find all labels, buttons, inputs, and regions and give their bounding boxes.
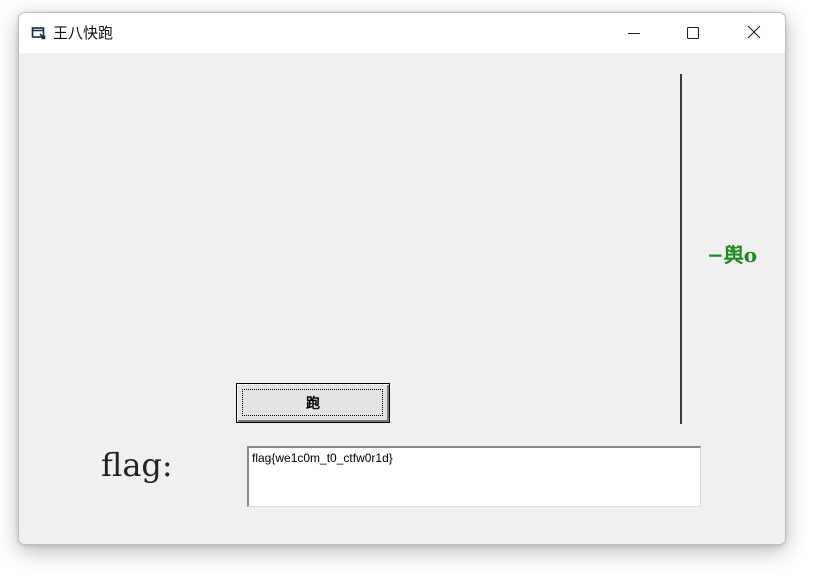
close-button[interactable] xyxy=(725,13,783,53)
desktop: 王八快跑 −舆o 跑 flag: flag{we1c0m_t0_ctfw0r1d… xyxy=(0,0,830,578)
finish-line xyxy=(680,74,682,424)
app-window-icon xyxy=(31,25,47,41)
maximize-button[interactable] xyxy=(664,13,722,53)
app-window: 王八快跑 −舆o 跑 flag: flag{we1c0m_t0_ctfw0r1d… xyxy=(18,12,786,545)
title-bar[interactable]: 王八快跑 xyxy=(19,13,785,53)
minimize-icon xyxy=(628,24,640,43)
run-button[interactable]: 跑 xyxy=(236,383,390,423)
turtle-sprite: −舆o xyxy=(707,243,758,267)
run-button-label: 跑 xyxy=(306,396,320,412)
minimize-button[interactable] xyxy=(605,13,663,53)
maximize-icon xyxy=(686,24,700,43)
client-area: −舆o 跑 flag: flag{we1c0m_t0_ctfw0r1d} xyxy=(19,53,785,544)
window-title: 王八快跑 xyxy=(53,24,114,42)
flag-label: flag: xyxy=(101,446,173,484)
close-icon xyxy=(747,24,761,43)
flag-textbox[interactable]: flag{we1c0m_t0_ctfw0r1d} xyxy=(247,446,701,507)
